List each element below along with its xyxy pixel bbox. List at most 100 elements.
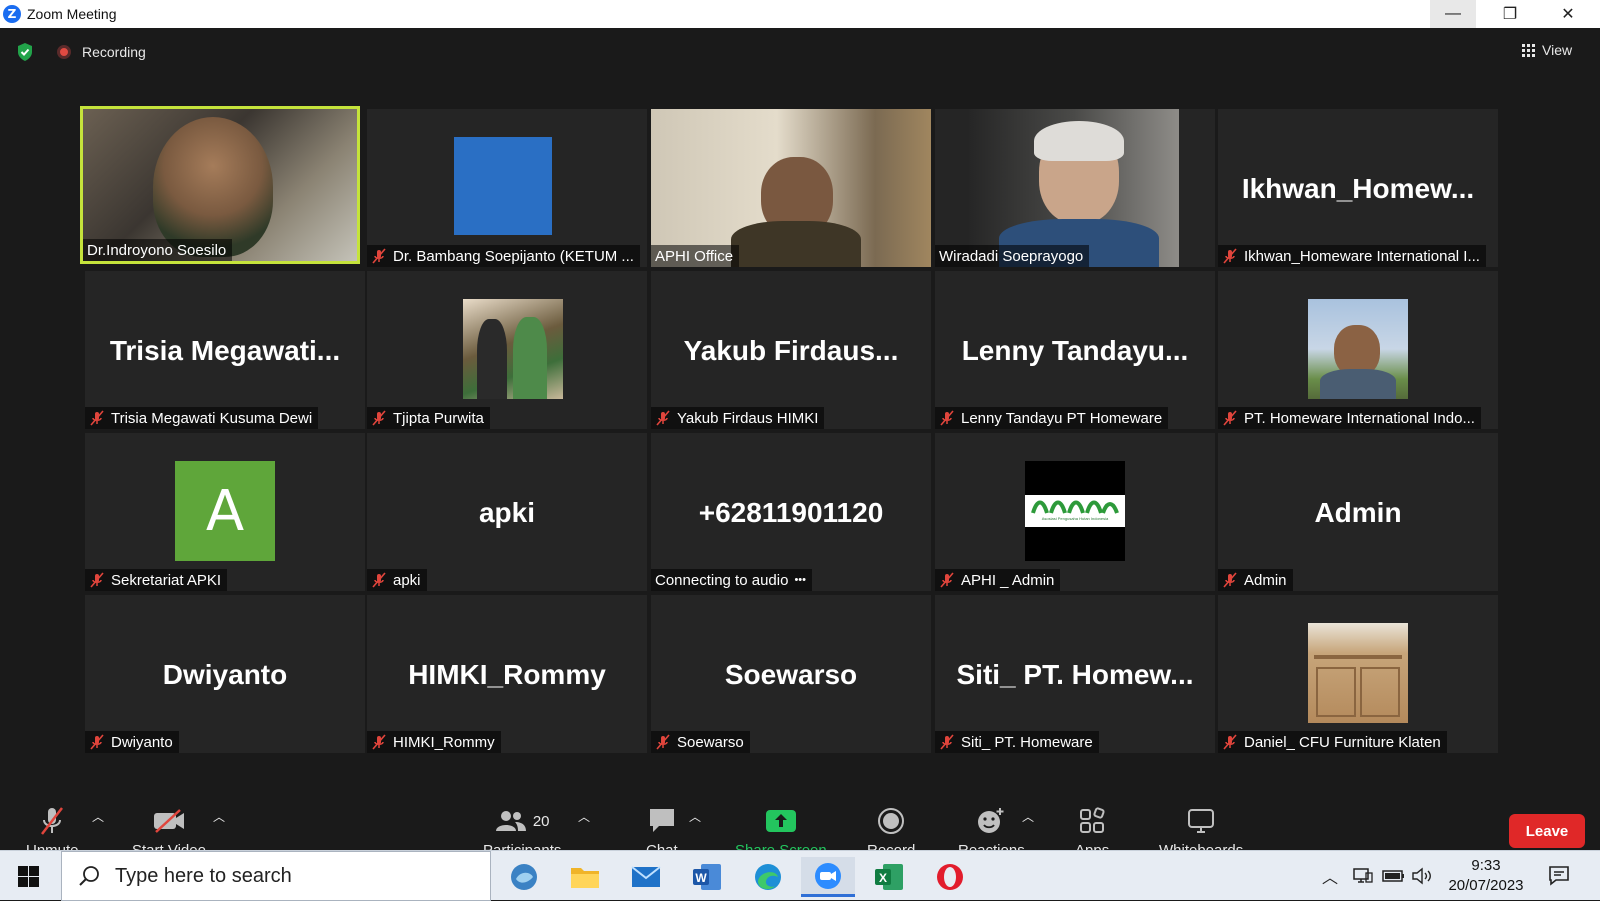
participant-video <box>651 109 931 267</box>
participant-tile[interactable]: Tjipta Purwita <box>367 271 647 429</box>
profile-picture <box>1308 623 1408 723</box>
participant-tile[interactable]: Wiradadi Soeprayogo <box>935 109 1215 267</box>
participant-name-label: Lenny Tandayu PT Homeware <box>935 407 1169 429</box>
svg-text:X: X <box>879 871 887 885</box>
window-title: Zoom Meeting <box>27 6 117 22</box>
participant-tile[interactable]: PT. Homeware International Indo... <box>1218 271 1498 429</box>
video-off-icon <box>153 809 184 833</box>
participant-name-label: Tjipta Purwita <box>367 407 490 429</box>
record-icon <box>878 808 905 834</box>
participants-icon <box>495 811 526 831</box>
view-label: View <box>1542 42 1573 58</box>
window-titlebar: Z Zoom Meeting — ❐ ✕ <box>0 0 1600 28</box>
profile-picture <box>454 137 552 235</box>
participant-tile[interactable]: Daniel_ CFU Furniture Klaten <box>1218 595 1498 753</box>
reactions-options-caret-icon[interactable]: ︿ <box>1022 808 1034 825</box>
participant-name-label: Admin <box>1218 569 1293 591</box>
tree-logo-icon <box>1031 500 1119 514</box>
taskbar-app-opera[interactable] <box>923 857 977 897</box>
taskbar-search-box[interactable]: Type here to search <box>61 851 491 901</box>
edge-browser-icon <box>755 864 781 890</box>
taskbar-clock[interactable]: 9:33 20/07/2023 <box>1440 856 1532 896</box>
participant-tile[interactable]: +62811901120 Connecting to audio ••• <box>651 433 931 591</box>
taskbar-app-mail[interactable] <box>619 857 673 897</box>
participant-tile[interactable]: Ikhwan_Homew... Ikhwan_Homeware Internat… <box>1218 109 1498 267</box>
close-window-button[interactable]: ✕ <box>1545 0 1591 28</box>
notification-center-icon[interactable] <box>1548 864 1570 886</box>
view-button[interactable]: View <box>1522 42 1572 58</box>
taskbar-app-excel[interactable]: X <box>862 857 916 897</box>
muted-mic-icon <box>90 410 104 426</box>
participant-name-label: Trisia Megawati Kusuma Dewi <box>85 407 319 429</box>
meeting-topbar: Recording View <box>0 28 1600 78</box>
mail-icon <box>631 866 661 887</box>
battery-icon[interactable] <box>1382 851 1406 901</box>
participant-tile[interactable]: A Sekretariat APKI <box>85 433 365 591</box>
participant-display-name: Lenny Tandayu... <box>961 335 1189 366</box>
recording-dot-icon[interactable] <box>57 45 71 59</box>
participant-name-label: Dr.Indroyono Soesilo <box>83 239 233 261</box>
tray-overflow-chevron-icon[interactable]: ︿ <box>1322 851 1338 901</box>
muted-mic-icon <box>1223 734 1237 750</box>
speaker-volume-icon[interactable] <box>1411 851 1433 901</box>
svg-text:W: W <box>695 871 707 885</box>
encryption-shield-icon[interactable] <box>16 42 34 62</box>
restore-button[interactable]: ❐ <box>1487 0 1533 28</box>
logo-caption: Asosiasi Pengusaha Hutan Indonesia <box>1041 516 1109 521</box>
copilot-icon <box>511 864 537 890</box>
participant-tile[interactable]: Yakub Firdaus... Yakub Firdaus HIMKI <box>651 271 931 429</box>
taskbar-app-edge[interactable] <box>741 857 795 897</box>
muted-mic-icon <box>372 734 386 750</box>
leave-button[interactable]: Leave <box>1509 814 1585 848</box>
taskbar-app-word[interactable]: W <box>680 857 734 897</box>
participants-count: 20 <box>532 812 550 830</box>
participant-tile[interactable]: Admin Admin <box>1218 433 1498 591</box>
participant-tile[interactable]: apki apki <box>367 433 647 591</box>
participant-tile[interactable]: Soewarso Soewarso <box>651 595 931 753</box>
participant-name-label: Sekretariat APKI <box>85 569 228 591</box>
video-options-caret-icon[interactable]: ︿ <box>213 808 225 825</box>
search-placeholder: Type here to search <box>115 864 292 887</box>
windows-start-icon[interactable] <box>18 866 39 887</box>
audio-options-caret-icon[interactable]: ︿ <box>92 808 104 825</box>
participant-tile[interactable]: Dr. Bambang Soepijanto (KETUM ... <box>367 109 647 267</box>
taskbar-app-file-explorer[interactable] <box>558 857 612 897</box>
taskbar-app-copilot[interactable] <box>497 857 551 897</box>
participant-tile[interactable]: APHI Office <box>651 109 931 267</box>
minimize-button[interactable]: — <box>1430 0 1476 28</box>
participant-tile[interactable]: Asosiasi Pengusaha Hutan Indonesia APHI … <box>935 433 1215 591</box>
participant-tile[interactable]: Dr.Indroyono Soesilo <box>80 106 360 264</box>
participant-name-label: Dwiyanto <box>85 731 179 753</box>
participant-display-name: Yakub Firdaus... <box>683 335 899 366</box>
participants-options-caret-icon[interactable]: ︿ <box>578 808 590 825</box>
taskbar-app-zoom[interactable] <box>801 857 855 897</box>
muted-mic-icon <box>90 734 104 750</box>
participant-tile[interactable]: Trisia Megawati... Trisia Megawati Kusum… <box>85 271 365 429</box>
clock-time: 9:33 <box>1471 857 1501 874</box>
chat-options-caret-icon[interactable]: ︿ <box>689 808 701 825</box>
participant-name-label: PT. Homeware International Indo... <box>1218 407 1481 429</box>
opera-browser-icon <box>937 864 963 890</box>
meeting-area: Recording View Dr.Indroyono Soesilo Dr. … <box>0 28 1600 878</box>
clock-date: 20/07/2023 <box>1448 877 1524 894</box>
participant-tile[interactable]: Lenny Tandayu... Lenny Tandayu PT Homewa… <box>935 271 1215 429</box>
apps-icon <box>1080 807 1105 833</box>
avatar: A <box>175 461 275 561</box>
participant-name-label: Wiradadi Soeprayogo <box>935 245 1090 267</box>
profile-picture <box>1308 299 1408 399</box>
participant-name-label: Dr. Bambang Soepijanto (KETUM ... <box>367 245 640 267</box>
participant-display-name: +62811901120 <box>698 497 884 528</box>
muted-mic-icon <box>1223 248 1237 264</box>
participant-display-name: Ikhwan_Homew... <box>1241 173 1475 204</box>
participant-tile[interactable]: Siti_ PT. Homew... Siti_ PT. Homeware <box>935 595 1215 753</box>
mic-muted-icon <box>41 807 64 835</box>
search-icon <box>79 866 99 886</box>
whiteboard-icon <box>1188 809 1215 833</box>
participant-tile[interactable]: HIMKI_Rommy HIMKI_Rommy <box>367 595 647 753</box>
muted-mic-icon <box>940 572 954 588</box>
chat-icon <box>649 809 674 832</box>
participant-tile[interactable]: Dwiyanto Dwiyanto <box>85 595 365 753</box>
network-icon[interactable] <box>1352 851 1374 901</box>
reactions-smiley-icon <box>978 808 1004 833</box>
participant-name-label: Soewarso <box>651 731 750 753</box>
